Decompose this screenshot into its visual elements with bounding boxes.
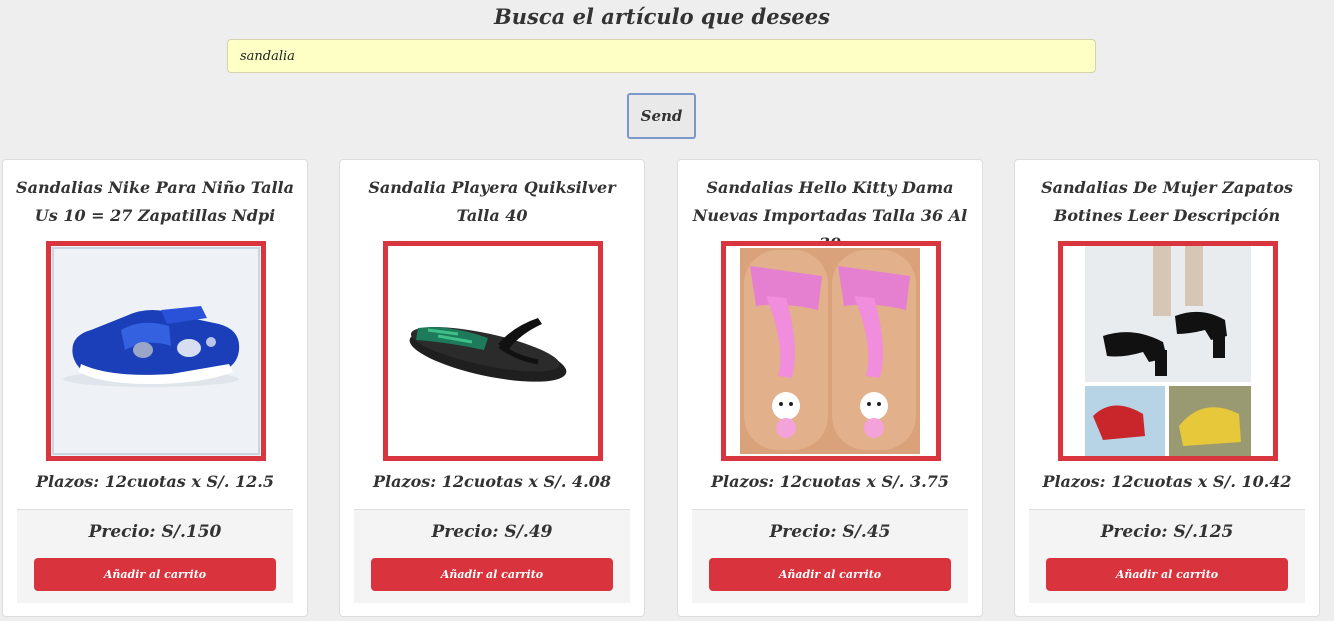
product-image[interactable] <box>1058 241 1278 461</box>
pink-bow-sandals-image <box>726 246 936 456</box>
product-footer: Precio: S/.49 Añadir al carrito <box>354 509 630 603</box>
product-title[interactable]: Sandalias Nike Para Niño Talla Us 10 = 2… <box>13 174 297 234</box>
product-plazos: Plazos: 12cuotas x S/. 4.08 <box>373 472 611 491</box>
product-image[interactable] <box>383 241 603 461</box>
product-title[interactable]: Sandalias De Mujer Zapatos Botines Leer … <box>1025 174 1309 234</box>
product-footer: Precio: S/.45 Añadir al carrito <box>692 509 968 603</box>
product-plazos: Plazos: 12cuotas x S/. 10.42 <box>1042 472 1292 491</box>
send-button[interactable]: Send <box>627 93 696 139</box>
product-footer: Precio: S/.150 Añadir al carrito <box>17 509 293 603</box>
search-heading: Busca el artículo que desees <box>494 4 830 29</box>
search-input[interactable] <box>227 39 1096 73</box>
add-to-cart-button[interactable]: Añadir al carrito <box>34 558 276 591</box>
product-card: Sandalias De Mujer Zapatos Botines Leer … <box>1014 159 1320 617</box>
flip-flop-image <box>388 246 598 456</box>
product-card: Sandalia Playera Quiksilver Talla 40 Pla… <box>339 159 645 617</box>
product-card: Sandalias Nike Para Niño Talla Us 10 = 2… <box>2 159 308 617</box>
product-title[interactable]: Sandalia Playera Quiksilver Talla 40 <box>350 174 634 234</box>
product-price: Precio: S/.49 <box>431 522 553 542</box>
product-price: Precio: S/.45 <box>769 522 891 542</box>
product-plazos: Plazos: 12cuotas x S/. 3.75 <box>711 472 949 491</box>
product-image[interactable] <box>721 241 941 461</box>
product-image[interactable] <box>46 241 266 461</box>
add-to-cart-button[interactable]: Añadir al carrito <box>371 558 613 591</box>
add-to-cart-button[interactable]: Añadir al carrito <box>709 558 951 591</box>
product-price: Precio: S/.150 <box>88 522 222 542</box>
product-footer: Precio: S/.125 Añadir al carrito <box>1029 509 1305 603</box>
add-to-cart-button[interactable]: Añadir al carrito <box>1046 558 1288 591</box>
product-title[interactable]: Sandalias Hello Kitty Dama Nuevas Import… <box>688 174 972 253</box>
blue-kids-sandal-image <box>51 246 261 456</box>
product-card: Sandalias Hello Kitty Dama Nuevas Import… <box>677 159 983 617</box>
product-plazos: Plazos: 12cuotas x S/. 12.5 <box>36 472 274 491</box>
black-heel-sandals-image <box>1063 246 1273 456</box>
page: Busca el artículo que desees Send Sandal… <box>0 0 1334 621</box>
product-price: Precio: S/.125 <box>1100 522 1234 542</box>
product-list: Sandalias Nike Para Niño Talla Us 10 = 2… <box>2 159 1332 621</box>
